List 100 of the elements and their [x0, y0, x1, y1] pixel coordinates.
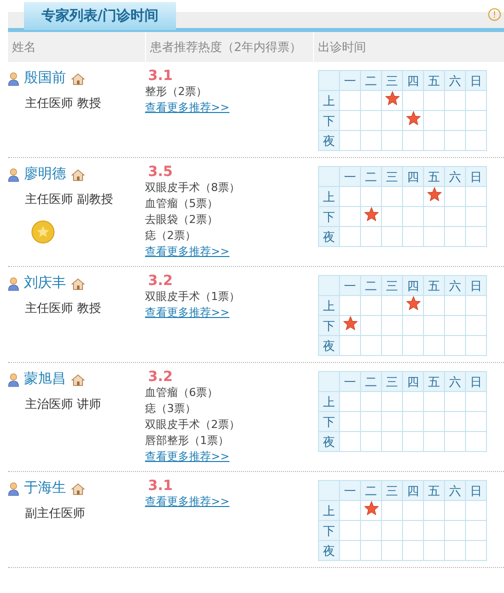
vote-count: 双眼皮手术（2票） — [145, 417, 241, 433]
vote-count: 血管瘤（5票） — [145, 196, 219, 212]
vote-count: 双眼皮手术（8票） — [145, 180, 241, 196]
day-header: 二 — [360, 372, 382, 392]
person-icon — [8, 168, 19, 182]
more-recommendations-link[interactable]: 查看更多推荐>> — [145, 449, 230, 465]
day-header: 六 — [444, 70, 466, 90]
section-tab[interactable]: 专家列表/门诊时间 — [24, 2, 176, 30]
day-header: 六 — [444, 166, 466, 186]
home-icon[interactable] — [71, 168, 85, 180]
home-icon[interactable] — [71, 374, 85, 386]
period-label: 下 — [318, 110, 340, 130]
period-label: 夜 — [318, 540, 340, 560]
day-header: 三 — [382, 276, 402, 296]
doctor-title: 副主任医师 — [25, 505, 86, 522]
vote-count: 痣（2票） — [145, 228, 197, 244]
column-header: 出诊时间 — [318, 39, 366, 56]
doctor-name[interactable]: 刘庆丰 — [24, 273, 66, 294]
day-header: 五 — [424, 276, 444, 296]
period-label: 夜 — [318, 432, 340, 452]
day-header: 四 — [402, 70, 424, 90]
day-header: 一 — [340, 70, 360, 90]
doctor-title: 主任医师 教授 — [25, 95, 102, 112]
info-icon[interactable] — [488, 8, 501, 21]
doctor-name[interactable]: 殷国前 — [24, 68, 66, 89]
period-label: 夜 — [318, 226, 340, 246]
rating-score: 3.2 — [147, 369, 174, 385]
day-header: 五 — [424, 372, 444, 392]
vote-count: 双眼皮手术（1票） — [145, 289, 241, 305]
period-label: 夜 — [318, 336, 340, 356]
rating-score: 3.1 — [147, 478, 174, 494]
day-header: 三 — [382, 480, 402, 500]
doctor-name[interactable]: 蒙旭昌 — [24, 369, 66, 390]
period-label: 下 — [318, 316, 340, 336]
day-header: 六 — [444, 276, 466, 296]
vote-count: 唇部整形（1票） — [145, 433, 230, 449]
period-label: 上 — [318, 500, 340, 520]
person-icon — [8, 372, 19, 386]
day-header: 四 — [402, 276, 424, 296]
home-icon[interactable] — [71, 278, 85, 290]
more-recommendations-link[interactable]: 查看更多推荐>> — [145, 305, 230, 321]
more-recommendations-link[interactable]: 查看更多推荐>> — [145, 494, 230, 510]
vote-count: 去眼袋（2票） — [145, 212, 219, 228]
day-header: 日 — [466, 166, 486, 186]
day-header: 一 — [340, 480, 360, 500]
star-icon — [384, 91, 400, 105]
more-recommendations-link[interactable]: 查看更多推荐>> — [145, 244, 230, 260]
day-header: 二 — [360, 70, 382, 90]
day-header: 一 — [340, 372, 360, 392]
doctor-name[interactable]: 于海生 — [24, 478, 66, 499]
home-icon[interactable] — [71, 482, 85, 494]
day-header: 日 — [466, 276, 486, 296]
rating-score: 3.2 — [147, 273, 174, 289]
period-label: 下 — [318, 520, 340, 540]
day-header: 四 — [402, 166, 424, 186]
vote-count: 血管瘤（6票） — [145, 385, 219, 401]
star-icon — [406, 111, 420, 125]
day-header: 二 — [360, 480, 382, 500]
day-header: 六 — [444, 480, 466, 500]
column-header: 患者推荐热度（2年内得票） — [150, 39, 302, 56]
star-icon — [406, 296, 420, 310]
vote-count: 痣（3票） — [145, 401, 197, 417]
day-header: 日 — [466, 372, 486, 392]
doctor-title: 主任医师 教授 — [25, 300, 102, 317]
doctor-title: 主任医师 副教授 — [25, 191, 114, 208]
home-icon[interactable] — [71, 72, 85, 84]
day-header: 三 — [382, 70, 402, 90]
day-header: 二 — [360, 276, 382, 296]
day-header: 五 — [424, 480, 444, 500]
period-label: 上 — [318, 90, 340, 110]
period-label: 下 — [318, 206, 340, 226]
column-header: 姓名 — [12, 40, 36, 54]
rating-score: 3.1 — [147, 68, 174, 84]
vote-count: 整形（2票） — [145, 84, 208, 100]
star-icon — [426, 187, 442, 201]
period-label: 上 — [318, 392, 340, 412]
day-header: 五 — [424, 166, 444, 186]
day-header: 三 — [382, 166, 402, 186]
doctor-title: 主治医师 讲师 — [25, 396, 102, 413]
star-icon — [364, 207, 378, 221]
doctor-name[interactable]: 廖明德 — [24, 164, 66, 185]
person-icon — [8, 482, 19, 496]
star-icon — [342, 316, 358, 330]
period-label: 上 — [318, 296, 340, 316]
day-header: 日 — [466, 70, 486, 90]
day-header: 四 — [402, 480, 424, 500]
period-label: 夜 — [318, 130, 340, 150]
rating-score: 3.5 — [147, 164, 174, 180]
person-icon — [8, 276, 19, 290]
period-label: 上 — [318, 186, 340, 206]
day-header: 二 — [360, 166, 382, 186]
period-label: 下 — [318, 412, 340, 432]
medal-icon — [31, 220, 55, 244]
day-header: 一 — [340, 276, 360, 296]
more-recommendations-link[interactable]: 查看更多推荐>> — [145, 100, 230, 116]
star-icon — [364, 501, 378, 515]
day-header: 三 — [382, 372, 402, 392]
day-header: 一 — [340, 166, 360, 186]
day-header: 四 — [402, 372, 424, 392]
person-icon — [8, 72, 19, 86]
